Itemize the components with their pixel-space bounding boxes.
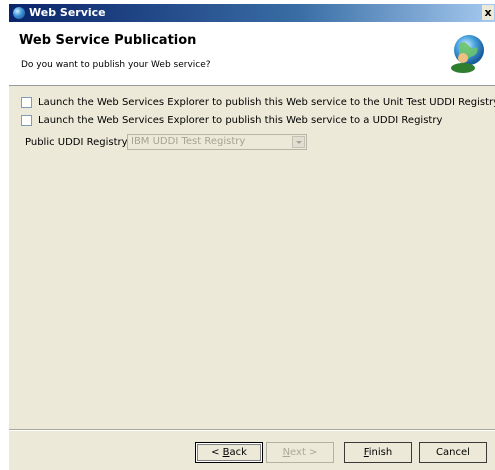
registry-selected-value: IBM UDDI Test Registry: [131, 136, 246, 147]
back-button[interactable]: < Back: [195, 442, 263, 463]
wizard-content: Launch the Web Services Explorer to publ…: [9, 86, 495, 426]
option-unit-test-uddi[interactable]: Launch the Web Services Explorer to publ…: [21, 97, 495, 108]
public-uddi-registry-label: Public UDDI Registry: [25, 137, 128, 148]
button-bar-separator: [9, 429, 495, 431]
chevron-down-icon[interactable]: [292, 136, 305, 148]
public-uddi-registry-select[interactable]: IBM UDDI Test Registry: [127, 134, 307, 150]
wizard-window: Web Service x Web Service Publication Do…: [9, 4, 495, 470]
window-title: Web Service: [29, 6, 106, 19]
page-title: Web Service Publication: [19, 33, 197, 48]
web-service-icon: [13, 7, 25, 19]
unit-test-uddi-checkbox[interactable]: [21, 97, 32, 108]
cancel-button[interactable]: Cancel: [419, 442, 487, 463]
uddi-registry-label: Launch the Web Services Explorer to publ…: [38, 115, 443, 126]
title-bar[interactable]: Web Service x: [9, 4, 495, 22]
wizard-header: Web Service Publication Do you want to p…: [9, 22, 495, 86]
unit-test-uddi-label: Launch the Web Services Explorer to publ…: [38, 97, 495, 108]
next-button[interactable]: Next >: [266, 442, 334, 463]
finish-button[interactable]: Finish: [344, 442, 412, 463]
close-icon[interactable]: x: [482, 5, 494, 20]
page-description: Do you want to publish your Web service?: [21, 60, 211, 70]
option-uddi-registry[interactable]: Launch the Web Services Explorer to publ…: [21, 115, 442, 126]
globe-person-icon: [451, 35, 484, 73]
uddi-registry-checkbox[interactable]: [21, 115, 32, 126]
